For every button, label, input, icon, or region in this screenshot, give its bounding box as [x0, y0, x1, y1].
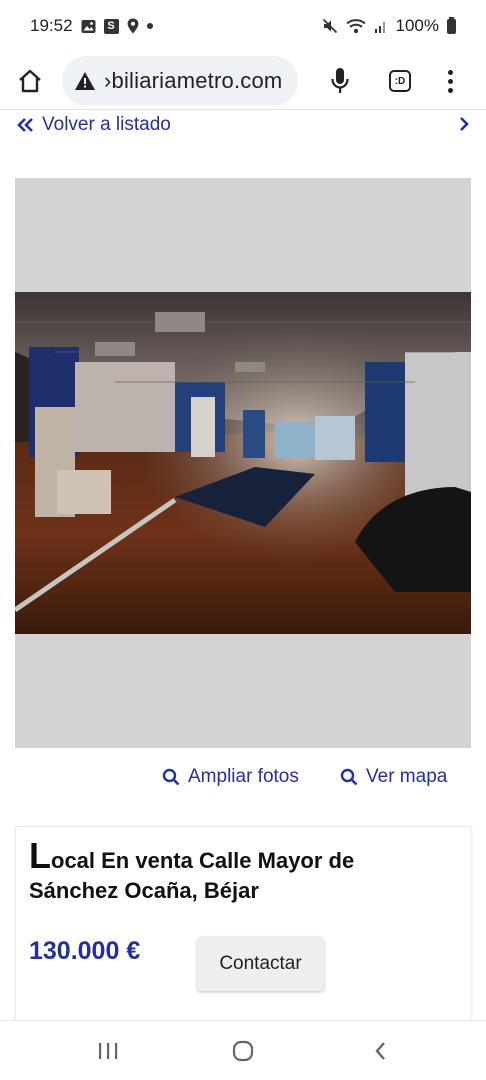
search-icon [340, 768, 358, 786]
home-button[interactable] [0, 52, 60, 110]
tabs-icon: :D [389, 70, 411, 92]
gallery-icon [81, 19, 96, 34]
status-right: 100% [322, 16, 456, 36]
back-to-list-label: Volver a listado [42, 114, 171, 135]
warning-icon[interactable] [74, 71, 96, 91]
battery-icon [447, 16, 456, 34]
more-icon[interactable] [434, 58, 466, 104]
contact-button[interactable]: Contactar [197, 937, 324, 991]
system-nav-bar [0, 1020, 486, 1080]
title-rest: ocal En venta Calle Mayor de Sánchez Oca… [29, 848, 355, 903]
search-icon [162, 768, 180, 786]
location-icon [127, 18, 139, 34]
recent-apps-icon [99, 1043, 118, 1059]
wifi-icon [345, 18, 366, 34]
listing-card: Local En venta Calle Mayor de Sánchez Oc… [15, 826, 471, 1020]
browser-toolbar: ›biliariametro.com :D [0, 52, 486, 110]
back-chevron-icon [375, 1042, 385, 1060]
recent-apps-button[interactable] [78, 1031, 138, 1071]
address-bar[interactable]: ›biliariametro.com [62, 56, 298, 106]
listing-title: Local En venta Calle Mayor de Sánchez Oc… [29, 838, 449, 906]
double-chevron-left-icon [17, 118, 33, 132]
back-to-list-link[interactable]: Volver a listado [16, 114, 171, 136]
next-listing-button[interactable] [458, 116, 470, 137]
tabs-label: :D [394, 75, 406, 87]
property-photo[interactable] [15, 292, 471, 634]
enlarge-photos-label: Ampliar fotos [188, 766, 299, 787]
view-map-link[interactable]: Ver mapa [340, 766, 447, 788]
home-icon [19, 69, 41, 92]
back-nav-button[interactable] [350, 1031, 410, 1071]
tab-switcher-button[interactable]: :D [382, 58, 418, 104]
web-page: Volver a listado Ampliar fotos Ver mapa … [0, 110, 486, 1020]
home-nav-button[interactable] [213, 1031, 273, 1071]
view-map-label: Ver mapa [366, 766, 448, 787]
battery-percent: 100% [395, 16, 439, 35]
status-left: 19:52 S [30, 16, 153, 36]
status-time: 19:52 [30, 16, 73, 35]
dot-icon [146, 23, 153, 29]
listing-price: 130.000 € [29, 937, 141, 965]
s-app-icon: S [103, 18, 119, 34]
voice-search-button[interactable] [322, 58, 358, 104]
enlarge-photos-link[interactable]: Ampliar fotos [162, 766, 299, 788]
photo-links: Ampliar fotos Ver mapa [0, 766, 486, 794]
signal-icon [374, 18, 388, 34]
chevron-right-icon [460, 117, 469, 131]
title-initial: L [29, 835, 51, 876]
url-text: ›biliariametro.com [104, 68, 283, 93]
photo-gallery[interactable] [15, 178, 471, 748]
status-bar: 19:52 S 100% [0, 0, 486, 52]
mic-icon [331, 68, 349, 93]
home-circle-icon [232, 1040, 254, 1062]
mute-icon [322, 18, 338, 34]
